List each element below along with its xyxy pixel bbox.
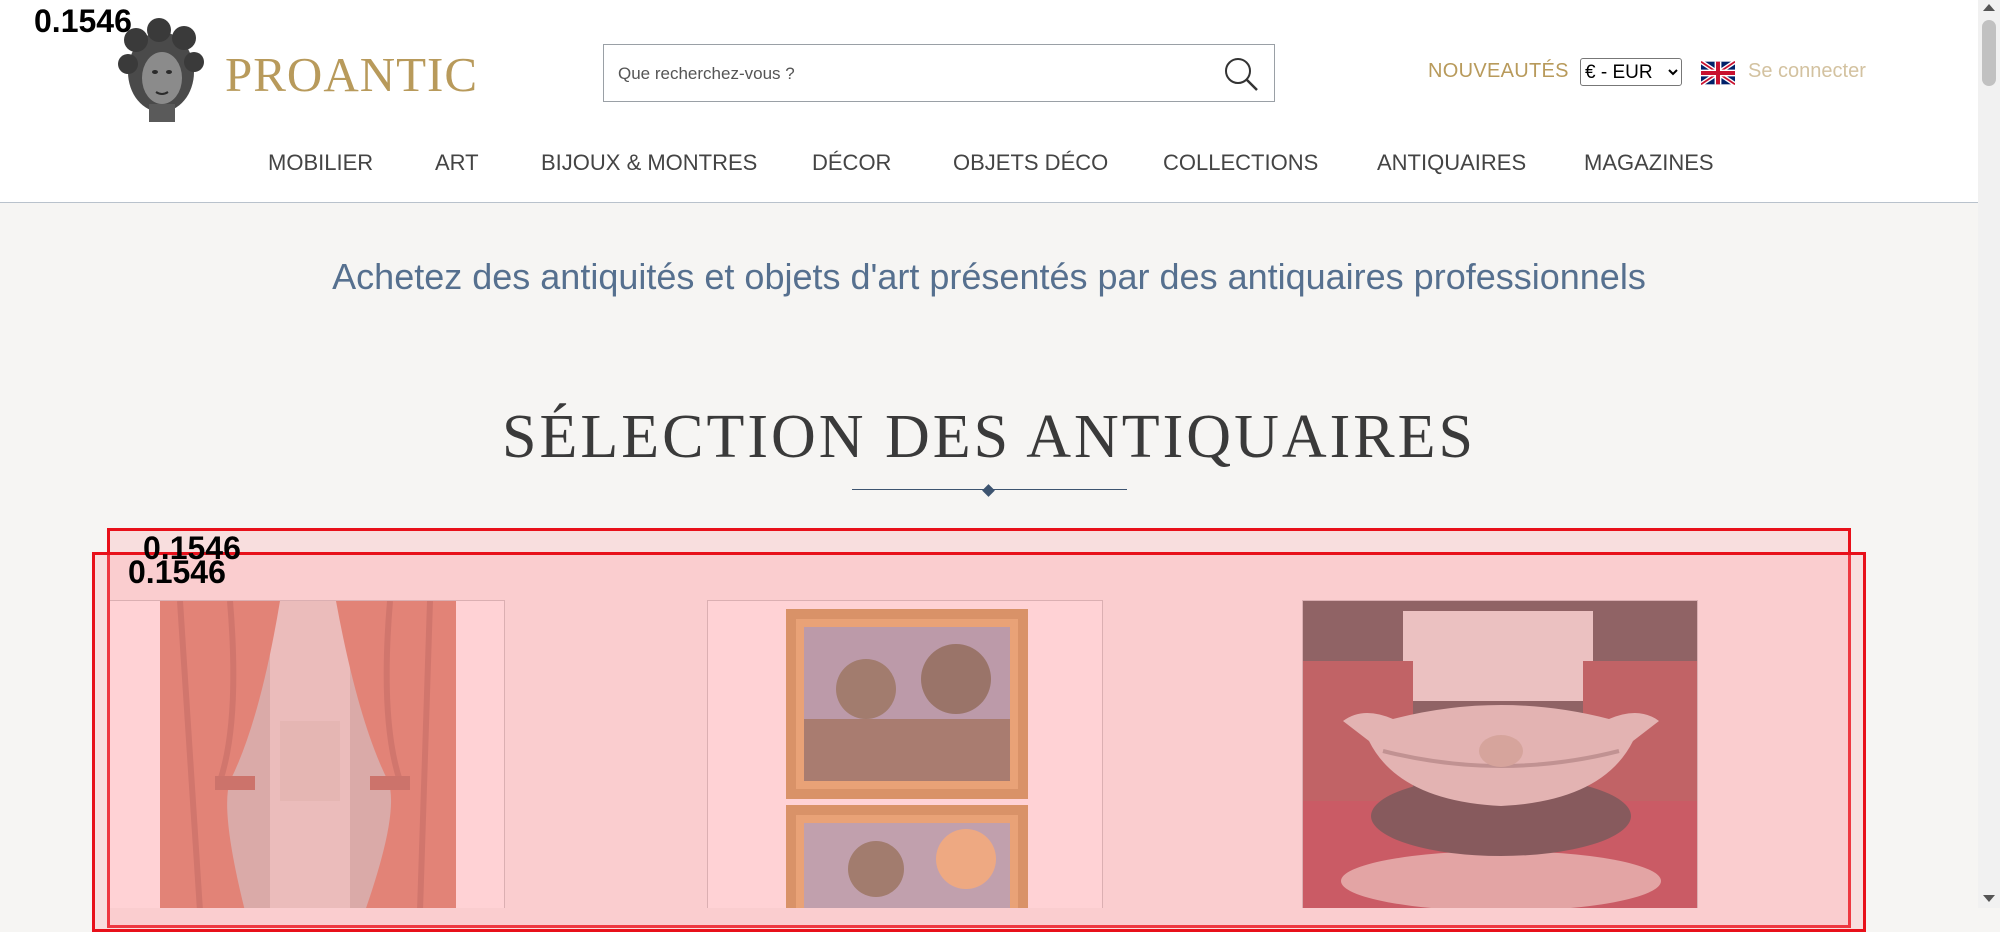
detection-score-label: 0.1546 bbox=[34, 3, 132, 39]
search-icon[interactable] bbox=[1222, 55, 1260, 93]
nav-item-art[interactable]: ART bbox=[435, 150, 479, 176]
page-tagline: Achetez des antiquités et objets d'art p… bbox=[332, 256, 1646, 297]
nav-item-collections[interactable]: COLLECTIONS bbox=[1163, 150, 1318, 176]
search-box bbox=[603, 44, 1275, 103]
title-divider-diamond bbox=[982, 484, 995, 497]
page-scrollbar[interactable] bbox=[1978, 0, 2000, 908]
nav-item-magazines[interactable]: MAGAZINES bbox=[1584, 150, 1714, 176]
scrollbar-thumb[interactable] bbox=[1982, 20, 1996, 86]
logo-text[interactable]: PROANTIC bbox=[225, 46, 478, 103]
new-arrivals-link[interactable]: NOUVEAUTÉS bbox=[1428, 60, 1569, 83]
scroll-down-arrow-icon[interactable] bbox=[1983, 895, 1995, 902]
detection-box-inner bbox=[92, 552, 1866, 932]
main-nav: MOBILIER ART BIJOUX & MONTRES DÉCOR OBJE… bbox=[0, 150, 1978, 180]
login-link[interactable]: Se connecter bbox=[1748, 60, 1866, 83]
nav-item-decor[interactable]: DÉCOR bbox=[812, 150, 891, 176]
nav-item-antiquaires[interactable]: ANTIQUAIRES bbox=[1377, 150, 1526, 176]
currency-select[interactable]: € - EUR bbox=[1580, 58, 1682, 86]
scroll-up-arrow-icon[interactable] bbox=[1983, 4, 1995, 11]
nav-item-bijoux-montres[interactable]: BIJOUX & MONTRES bbox=[541, 150, 757, 176]
site-header: PROANTIC NOUVEAUTÉS € - EUR Se connecter… bbox=[0, 0, 1978, 203]
nav-item-objets-deco[interactable]: OBJETS DÉCO bbox=[953, 150, 1108, 176]
uk-flag-icon[interactable] bbox=[1701, 61, 1735, 85]
search-input[interactable] bbox=[616, 45, 1200, 103]
nav-item-mobilier[interactable]: MOBILIER bbox=[268, 150, 373, 176]
detection-score-label: 0.1546 bbox=[128, 554, 226, 590]
section-title: SÉLECTION DES ANTIQUAIRES bbox=[502, 403, 1476, 471]
